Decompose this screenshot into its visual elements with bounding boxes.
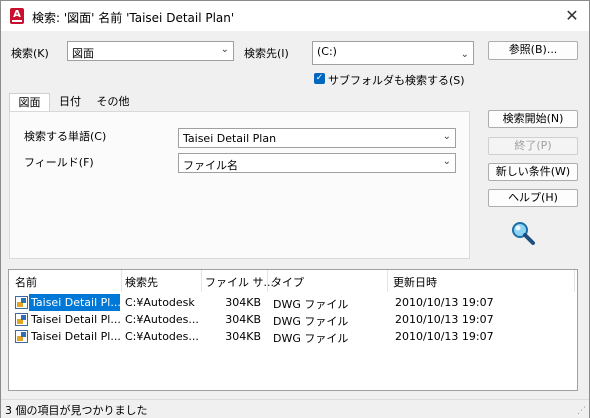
tab-panel: 検索する単語(C) Taisei Detail Plan ⌄ フィールド(F) … <box>9 111 470 259</box>
dwg-file-icon <box>15 313 28 326</box>
find-dialog: A 検索: '図面' 名前 'Taisei Detail Plan' ✕ 検索(… <box>0 0 590 418</box>
cell-modified: 2010/10/13 19:07 <box>395 296 494 309</box>
column-header-type[interactable]: タイプ <box>271 274 304 290</box>
new-condition-button[interactable]: 新しい条件(W) <box>488 163 578 181</box>
column-header-location[interactable]: 検索先 <box>125 274 158 290</box>
status-text: 3 個の項目が見つかりました <box>5 404 148 417</box>
tab-other[interactable]: その他 <box>91 93 135 111</box>
word-input[interactable]: Taisei Detail Plan ⌄ <box>178 128 456 148</box>
cell-name: Taisei Detail Pl... <box>29 294 120 311</box>
column-header-name[interactable]: 名前 <box>15 274 37 290</box>
help-button[interactable]: ヘルプ(H) <box>488 189 578 207</box>
results-list[interactable]: 名前 検索先 ファイル サ... タイプ 更新日時 Taisei Detail … <box>8 269 578 391</box>
cell-modified: 2010/10/13 19:07 <box>395 313 494 326</box>
column-divider[interactable] <box>387 270 388 292</box>
field-select[interactable]: ファイル名 ⌄ <box>178 153 456 173</box>
tab-drawing[interactable]: 図面 <box>9 93 50 112</box>
column-header-size[interactable]: ファイル サ... <box>205 274 274 290</box>
subfolders-checkbox[interactable]: ✓ <box>314 73 325 84</box>
resize-grip-icon[interactable]: ⋰ <box>577 406 586 416</box>
dwg-file-icon <box>15 330 28 343</box>
search-label: 検索(K) <box>11 47 49 60</box>
cell-size: 304KB <box>225 313 261 326</box>
cell-type: DWG ファイル <box>273 298 349 311</box>
column-divider <box>574 270 575 292</box>
location-label: 検索先(I) <box>244 47 289 60</box>
stop-button[interactable]: 終了(P) <box>488 137 578 155</box>
chevron-down-icon: ⌄ <box>442 131 451 142</box>
column-divider[interactable] <box>121 270 122 292</box>
word-label: 検索する単語(C) <box>24 130 107 143</box>
cell-location: C:¥Autodes... <box>125 330 199 343</box>
cell-modified: 2010/10/13 19:07 <box>395 330 494 343</box>
cell-size: 304KB <box>225 330 261 343</box>
status-bar: 3 個の項目が見つかりました ⋰ <box>1 399 589 418</box>
chevron-down-icon: ⌄ <box>220 44 229 55</box>
column-divider[interactable] <box>201 270 202 292</box>
start-search-button[interactable]: 検索開始(N) <box>488 110 578 128</box>
window-title: 検索: '図面' 名前 'Taisei Detail Plan' <box>32 11 235 25</box>
location-combo-value: (C:) <box>317 45 337 58</box>
cell-size: 304KB <box>225 296 261 309</box>
search-combo[interactable]: 図面 ⌄ <box>67 41 234 61</box>
cell-location: C:¥Autodes... <box>125 313 199 326</box>
autocad-app-icon: A <box>10 8 24 24</box>
cell-name: Taisei Detail Pl... <box>31 313 121 326</box>
chevron-down-icon: ⌄ <box>442 156 451 167</box>
table-row[interactable]: Taisei Detail Pl... C:¥Autodes... 304KB … <box>13 328 573 345</box>
table-row[interactable]: Taisei Detail Pl... C:¥Autodes... 304KB … <box>13 311 573 328</box>
close-icon[interactable]: ✕ <box>563 7 581 25</box>
cell-type: DWG ファイル <box>273 332 349 345</box>
column-divider[interactable] <box>267 270 268 292</box>
magnifier-icon <box>512 222 535 245</box>
browse-button[interactable]: 参照(B)... <box>488 41 578 60</box>
column-header-modified[interactable]: 更新日時 <box>393 274 437 290</box>
table-row[interactable]: Taisei Detail Pl... C:¥Autodesk 304KB DW… <box>13 294 573 311</box>
cell-type: DWG ファイル <box>273 315 349 328</box>
title-bar: A 検索: '図面' 名前 'Taisei Detail Plan' ✕ <box>1 1 589 31</box>
dwg-file-icon <box>15 296 28 309</box>
chevron-down-icon: ⌄ <box>460 49 469 60</box>
cell-name: Taisei Detail Pl... <box>31 330 121 343</box>
location-combo[interactable]: (C:) ⌄ <box>312 41 474 65</box>
subfolders-label: サブフォルダも検索する(S) <box>328 74 465 87</box>
app-icon-letter: A <box>13 9 21 20</box>
search-combo-value: 図面 <box>72 47 94 60</box>
field-label: フィールド(F) <box>24 156 94 169</box>
cell-location: C:¥Autodesk <box>125 296 195 309</box>
word-input-value: Taisei Detail Plan <box>183 132 277 145</box>
field-select-value: ファイル名 <box>183 159 238 172</box>
tab-date[interactable]: 日付 <box>53 93 87 111</box>
